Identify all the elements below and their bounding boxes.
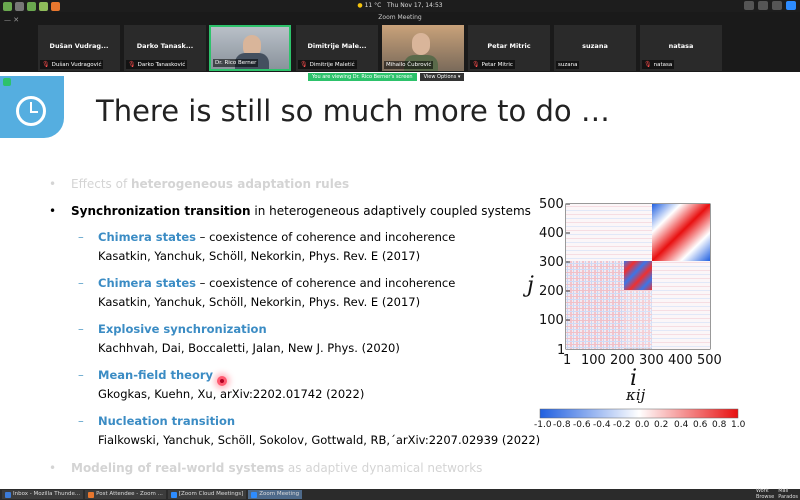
files-icon[interactable] [27,1,36,11]
colorbar-tick: -0.8 [553,420,571,430]
muted-mic-icon: 🎙 [644,61,652,68]
slide-title: There is still so much more to do … [96,94,610,128]
viewing-banner: You are viewing Dr. Rico Berner's screen… [308,73,465,81]
participant-tile-active-speaker[interactable]: Dr. Rico Berner [209,25,291,71]
system-top-bar: ● 11 °C Thu Nov 17, 14:53 [0,0,800,12]
muted-mic-icon: 🎙 [42,61,50,68]
taskbar: Inbox - Mozilla Thunde... Post Attendee … [0,488,800,500]
participant-label: suzana [556,61,580,69]
participant-name: Darko Tanask... [136,42,194,50]
muted-mic-icon: 🎙 [300,61,308,68]
participant-name: suzana [582,42,608,50]
workspace-switcher[interactable]: Work Browse Mail Parados [756,488,798,500]
participant-label: 🎙 Dimitrije Maletić [298,60,357,69]
participant-label: 🎙 Petar Mitric [470,60,515,69]
muted-mic-icon: 🎙 [472,61,480,68]
tray-icon-3[interactable] [772,1,782,10]
participant-name: Petar Mitric [487,42,531,50]
colorbar [539,408,739,419]
sub-item-reference: Kachhvah, Dai, Boccaletti, Jalan, New J.… [98,341,400,355]
clock-area: ● 11 °C Thu Nov 17, 14:53 [0,2,800,9]
sub-item-heading: – Chimera states – coexistence of coheren… [78,276,456,290]
taskbar-item-active[interactable]: Zoom Meeting [248,490,303,499]
bullet-faded: • Effects of heterogeneous adaptation rul… [49,177,350,191]
colorbar-tick: 0.0 [635,420,650,430]
participant-name: Dušan Vudrag... [49,42,109,50]
screen-share-status-icon[interactable] [3,78,11,86]
firefox-icon[interactable] [51,1,60,11]
heatmap-block [652,261,710,290]
colorbar-tick: 1.0 [731,420,746,430]
bullet-faded: • Modeling of real-world systems as adapt… [49,461,483,475]
participant-label: 🎙 natasa [642,60,675,69]
view-options-button[interactable]: View Options ▾ [419,73,465,81]
weather-icon: ● [357,2,363,9]
window-title: Zoom Meeting [378,14,422,21]
firefox-icon [88,491,95,498]
zoom-icon [170,491,177,498]
participant-name: Dimitrije Male... [307,42,367,50]
terminal-icon[interactable] [15,1,24,11]
coupling-matrix-plot: j i 500 400 300 200 100 1 1 100 200 300 … [522,197,748,434]
participant-tile[interactable]: Dušan Vudrag... 🎙 Dušan Vudragović [38,25,120,71]
app-menu-icon[interactable] [3,1,12,11]
zoom-window-titlebar: — ✕ Zoom Meeting [0,12,800,24]
sub-item-heading: – Chimera states – coexistence of coheren… [78,230,456,244]
taskbar-item[interactable]: [Zoom Cloud Meetings] [167,490,247,499]
tray-icon-2[interactable] [758,1,768,10]
sub-item-reference: Gkogkas, Kuehn, Xu, arXiv:2202.01742 (20… [98,387,365,401]
participant-label: Mihailo Čubrović [384,61,434,69]
tray-icon-1[interactable] [744,1,754,10]
tray-icon-4[interactable] [786,1,796,10]
sub-item-reference: Fialkowski, Yanchuk, Schöll, Sokolov, Go… [98,433,541,447]
participant-tile[interactable]: natasa 🎙 natasa [640,25,722,71]
sub-item-reference: Kasatkin, Yanchuk, Schöll, Nekorkin, Phy… [98,249,421,263]
colorbar-tick: 0.6 [693,420,708,430]
zoom-icon [251,491,258,498]
participant-tile[interactable]: Petar Mitric 🎙 Petar Mitric [468,25,550,71]
laser-pointer [217,376,227,386]
colorbar-tick: 0.2 [654,420,669,430]
taskbar-item[interactable]: Post Attendee - Zoom ... [85,490,166,499]
sub-item-heading: – Nucleation transition [78,414,236,428]
participant-name: natasa [668,42,694,50]
participant-label: 🎙 Dušan Vudragović [40,60,104,69]
colorbar-label: κij [626,386,646,404]
heatmap-block [566,204,652,261]
slide-logo [0,76,64,138]
bullet-main: • Synchronization transition in heterogen… [49,204,531,218]
colorbar-tick: -0.4 [593,420,611,430]
colorbar-tick: 0.8 [712,420,727,430]
participant-tile[interactable]: Dimitrije Male... 🎙 Dimitrije Maletić [296,25,378,71]
heatmap-block [652,204,710,261]
heatmap-block [566,290,624,349]
participant-tile[interactable]: Darko Tanask... 🎙 Darko Tanasković [124,25,206,71]
sub-item-heading: – Explosive synchronization [78,322,267,336]
muted-mic-icon: 🎙 [128,61,136,68]
colorbar-tick: -0.6 [573,420,591,430]
sub-item-heading: – Mean-field theory [78,368,214,382]
participant-tile[interactable]: Mihailo Čubrović [382,25,464,71]
participant-label: Dr. Rico Berner [213,59,259,67]
participant-strip: Dušan Vudrag... 🎙 Dušan Vudragović Darko … [0,24,800,72]
weather-temp: 11 °C [364,2,382,9]
colorbar-tick: -0.2 [613,420,631,430]
heatmap-block [566,261,624,290]
heatmap-block [624,261,652,290]
colorbar-tick: -1.0 [534,420,552,430]
screen: ● 11 °C Thu Nov 17, 14:53 — ✕ Zoom Meeti… [0,0,800,500]
participant-label: 🎙 Darko Tanasković [126,60,188,69]
participant-tile[interactable]: suzana suzana [554,25,636,71]
colorbar-tick: 0.4 [674,420,689,430]
folder-icon[interactable] [39,1,48,11]
sub-item-reference: Kasatkin, Yanchuk, Schöll, Nekorkin, Phy… [98,295,421,309]
thunderbird-icon [5,491,11,498]
heatmap-block [652,290,710,349]
taskbar-item[interactable]: Inbox - Mozilla Thunde... [2,490,84,499]
heatmap-block [624,290,652,349]
datetime[interactable]: Thu Nov 17, 14:53 [387,2,443,9]
viewing-text: You are viewing Dr. Rico Berner's screen [308,73,417,81]
